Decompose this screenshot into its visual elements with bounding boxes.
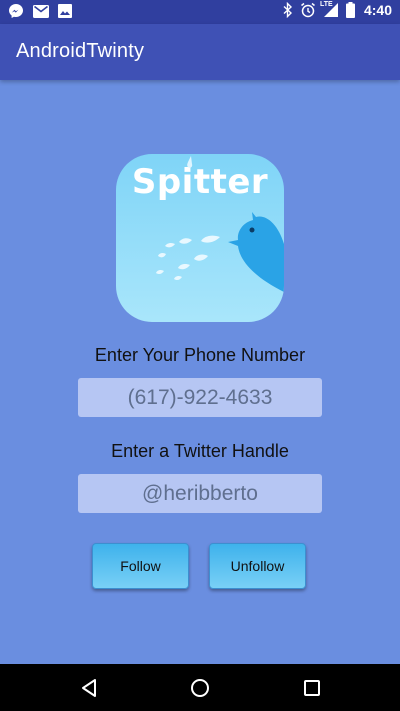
phone-label: Enter Your Phone Number	[94, 345, 306, 365]
follow-button[interactable]: Follow	[92, 543, 189, 589]
app-bar: AndroidTwinty	[0, 24, 400, 80]
notification-icons	[8, 3, 72, 19]
system-icons: LTE 4:40	[283, 1, 392, 18]
handle-input[interactable]	[78, 474, 322, 513]
battery-icon	[345, 2, 355, 18]
mail-icon	[33, 4, 49, 18]
phone-input[interactable]	[78, 378, 322, 417]
bird-icon	[156, 156, 284, 292]
home-icon[interactable]	[187, 675, 213, 701]
handle-label: Enter a Twitter Handle	[111, 441, 289, 461]
network-type-label: LTE	[319, 1, 333, 8]
recents-icon[interactable]	[299, 675, 325, 701]
navigation-bar	[0, 664, 400, 711]
app-logo: Spitter	[116, 154, 284, 322]
screen: LTE 4:40 AndroidTwinty Spitter Enter You…	[0, 0, 400, 711]
alarm-icon	[300, 2, 316, 18]
status-time: 4:40	[363, 2, 392, 18]
back-icon[interactable]	[76, 675, 102, 701]
messenger-icon	[8, 3, 24, 19]
unfollow-button[interactable]: Unfollow	[209, 543, 306, 589]
bluetooth-icon	[283, 2, 293, 18]
signal-icon: LTE	[319, 1, 339, 18]
image-icon	[58, 4, 72, 18]
app-title: AndroidTwinty	[16, 40, 145, 62]
status-bar: LTE 4:40	[0, 0, 400, 24]
